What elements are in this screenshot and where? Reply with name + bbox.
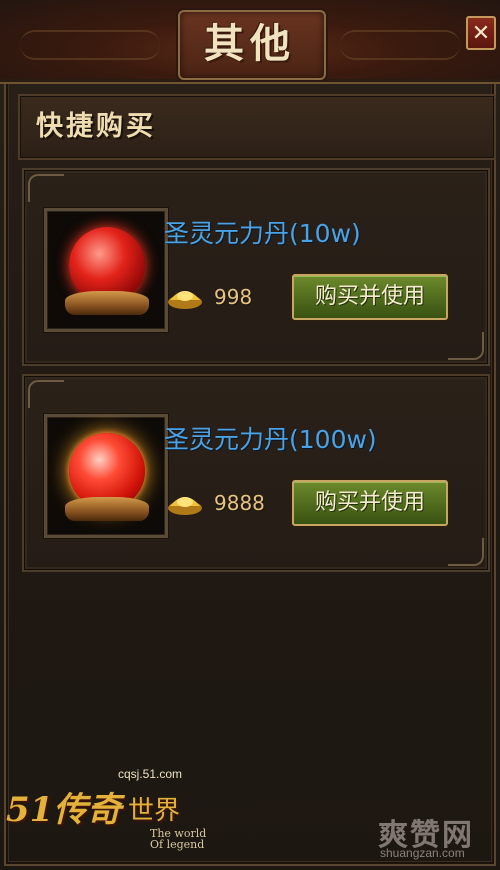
gold-ingot-icon xyxy=(166,490,204,516)
gold-ingot-icon xyxy=(166,284,204,310)
game-logo-suffix: 世界 xyxy=(128,796,181,826)
section-title: 快捷购买 xyxy=(36,111,156,142)
close-button[interactable]: ✕ xyxy=(466,16,496,50)
title-bar: 其他 ✕ xyxy=(0,0,500,84)
item-price: 998 xyxy=(214,285,253,309)
title-ornament-left xyxy=(20,30,160,60)
game-subtitle-watermark: The world Of legend xyxy=(150,827,207,851)
buy-and-use-button[interactable]: 购买并使用 xyxy=(292,480,448,526)
game-logo-watermark: 51传奇 xyxy=(6,790,122,830)
corner-ornament xyxy=(448,538,484,566)
shop-window: 其他 ✕ 快捷购买 圣灵元力丹(10w) 998 购买并使用 圣灵元力丹(100… xyxy=(0,0,500,870)
shop-item-card xyxy=(22,374,490,572)
item-name: 圣灵元力丹(10w) xyxy=(164,219,361,248)
orb-stand-icon xyxy=(65,497,149,521)
corner-ornament xyxy=(28,174,64,202)
item-name: 圣灵元力丹(100w) xyxy=(164,425,377,454)
item-icon-slot[interactable] xyxy=(44,208,168,332)
window-title: 其他 xyxy=(204,20,296,67)
buy-and-use-button[interactable]: 购买并使用 xyxy=(292,274,448,320)
corner-ornament xyxy=(28,380,64,408)
corner-ornament xyxy=(448,332,484,360)
game-url-watermark: cqsj.51.com xyxy=(118,767,183,781)
shop-item-card xyxy=(22,168,490,366)
item-price: 9888 xyxy=(214,491,265,515)
orb-stand-icon xyxy=(65,291,149,315)
title-ornament-right xyxy=(340,30,460,60)
site-url-watermark: shuangzan.com xyxy=(380,846,465,860)
item-icon-slot[interactable] xyxy=(44,414,168,538)
